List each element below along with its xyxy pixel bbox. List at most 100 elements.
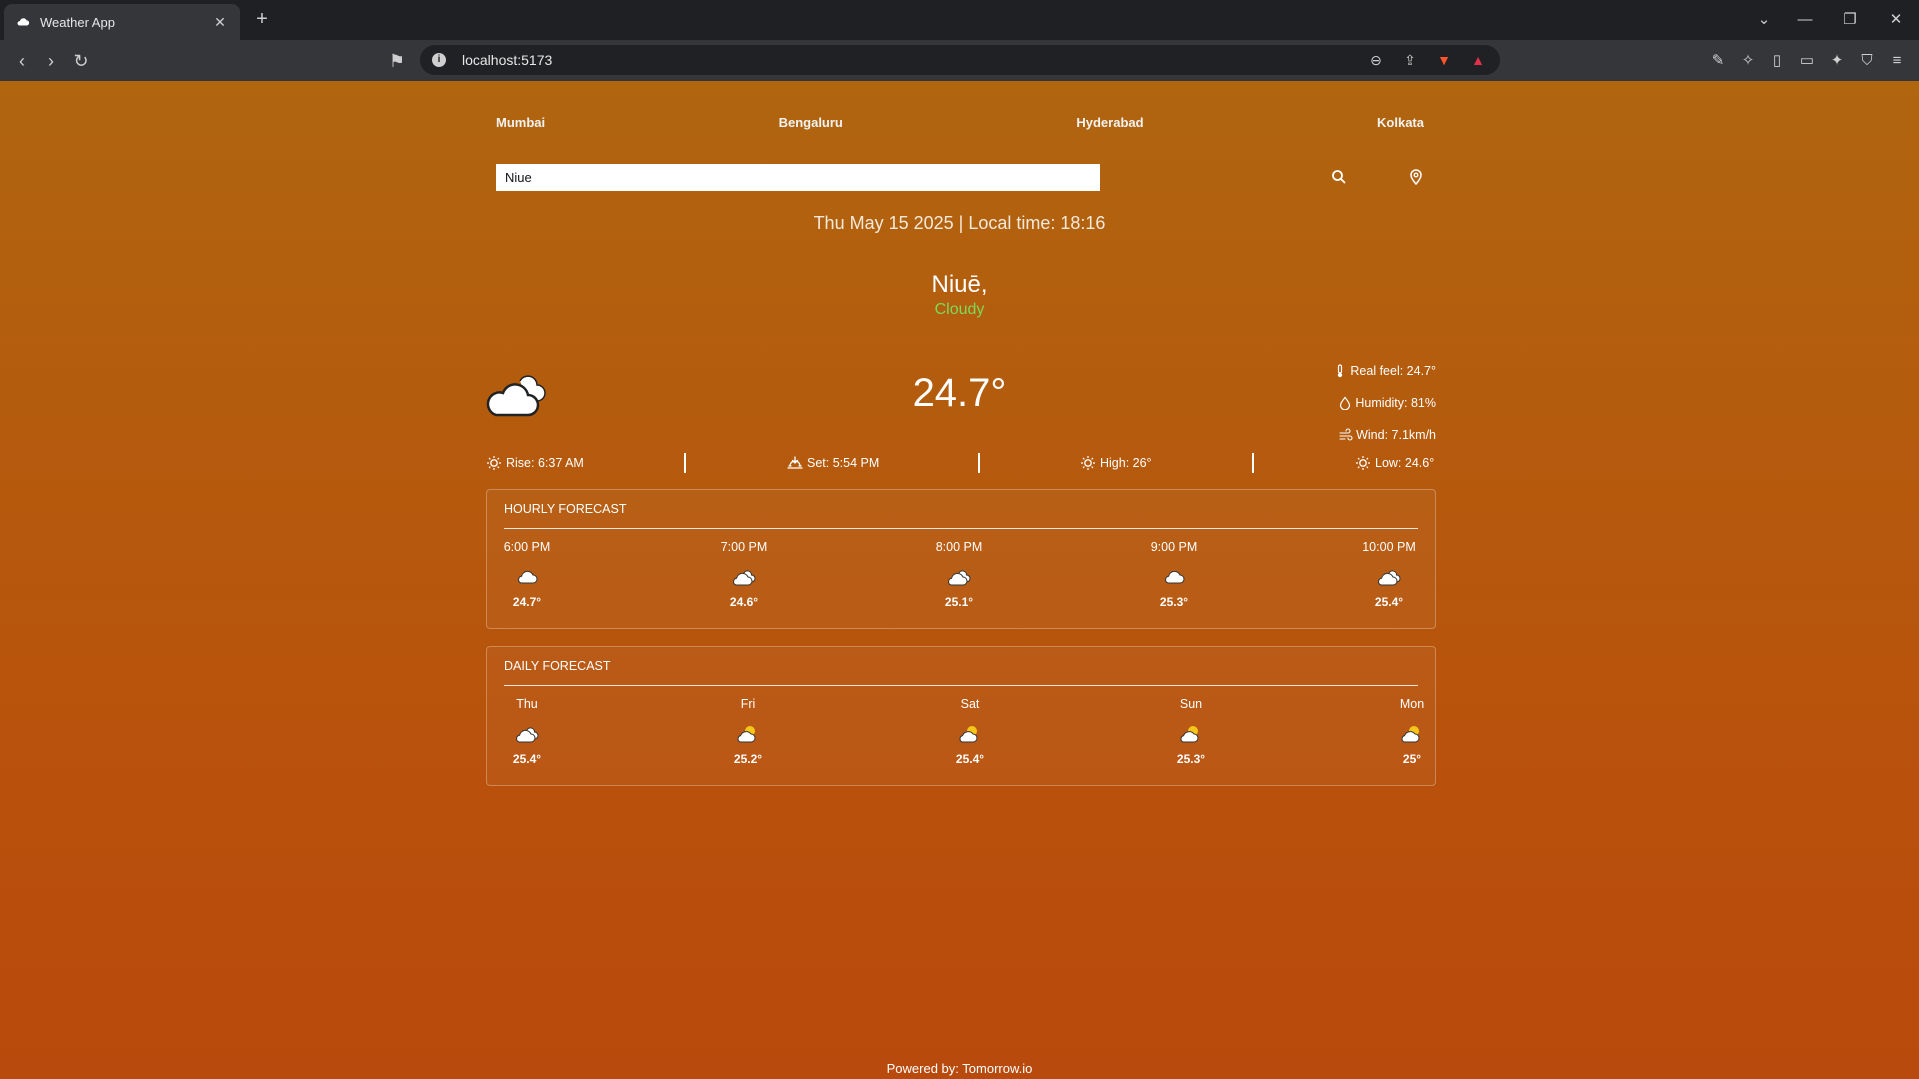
city-link-mumbai[interactable]: Mumbai [496,115,545,130]
hour-label: 8:00 PM [935,540,983,554]
divider [504,685,1418,686]
wind-icon [1339,428,1353,441]
cloud-icon [948,570,971,586]
low-temp-text: Low: 24.6° [1375,456,1435,470]
hourly-item: 7:00 PM 24.6° [704,540,784,609]
eyedropper-icon[interactable]: ✎ [1706,49,1730,73]
day-label: Mon [1399,697,1425,711]
wind-text: Wind: 7.1km/h [1356,428,1436,442]
sunset-text: Set: 5:54 PM [807,456,880,470]
back-icon[interactable]: ‹ [9,48,35,74]
site-info-icon[interactable]: i [432,53,446,67]
sunset-icon [787,456,803,469]
sun-icon [1081,456,1095,470]
sunrise-item: Rise: 6:37 AM [486,453,584,473]
hour-temp: 25.1° [944,595,974,609]
search-input[interactable] [496,164,1100,191]
hour-temp: 24.6° [729,595,759,609]
wallet-icon[interactable]: ▭ [1795,49,1819,73]
humidity-stat: Humidity: 81% [1300,387,1436,419]
location-pin-icon[interactable] [1406,167,1426,187]
day-temp: 25.2° [733,752,763,766]
close-tab-icon[interactable]: ✕ [212,14,228,30]
real-feel-stat: Real feel: 24.7° [1300,355,1436,387]
daily-item: Fri 25.2° [708,697,788,766]
browser-tab[interactable]: Weather App ✕ [4,4,240,40]
cloud-icon [1165,570,1185,584]
sidebar-icon[interactable]: ▯ [1765,49,1789,73]
high-item: High: 26° [1080,453,1152,473]
restore-icon[interactable]: ❐ [1838,8,1862,32]
partly-sunny-icon [737,726,756,743]
divider [504,528,1418,529]
minimize-icon[interactable]: — [1793,8,1817,32]
day-temp: 25.3° [1176,752,1206,766]
search-icon[interactable] [1329,167,1349,187]
wind-stat: Wind: 7.1km/h [1300,419,1436,451]
tab-title: Weather App [40,14,115,30]
city-link-bengaluru[interactable]: Bengaluru [779,115,843,130]
sun-details-row: Rise: 6:37 AM Set: 5:54 PM High: 26° Low… [486,453,1436,473]
hourly-forecast-card: HOURLY FORECAST 6:00 PM 24.7° 7:00 PM 24… [486,489,1436,629]
vpn-icon[interactable]: ⛉ [1855,49,1879,73]
brave-rewards-icon[interactable]: ▲ [1468,50,1488,70]
divider [1252,453,1254,473]
high-temp-text: High: 26° [1100,456,1152,470]
partly-sunny-icon [959,726,978,743]
hourly-item: 8:00 PM 25.1° [919,540,999,609]
city-link-kolkata[interactable]: Kolkata [1377,115,1424,130]
extensions-icon[interactable]: ✧ [1736,49,1760,73]
menu-icon[interactable]: ≡ [1885,49,1909,73]
day-label: Thu [516,697,538,711]
hour-label: 9:00 PM [1150,540,1198,554]
tab-search-icon[interactable]: ⌄ [1752,8,1776,32]
droplet-icon [1340,396,1351,410]
divider [978,453,980,473]
brave-shield-icon[interactable]: ▼ [1434,50,1454,70]
hourly-forecast-title: HOURLY FORECAST [504,502,627,516]
day-temp: 25.4° [512,752,542,766]
hour-temp: 25.4° [1374,595,1404,609]
zoom-icon[interactable]: ⊖ [1366,50,1386,70]
daily-item: Sat 25.4° [930,697,1010,766]
hour-label: 10:00 PM [1362,540,1416,554]
daily-item: Mon 25° [1372,697,1452,766]
thermometer-icon [1338,364,1343,378]
partly-sunny-icon [1401,726,1420,743]
day-temp: 25.4° [955,752,985,766]
daily-item: Sun 25.3° [1151,697,1231,766]
close-window-icon[interactable]: ✕ [1884,8,1908,32]
bookmark-icon[interactable]: ⚑ [384,48,410,74]
cloud-icon [516,727,539,743]
reload-icon[interactable]: ↻ [68,48,94,74]
day-label: Sun [1179,697,1203,711]
hourly-item: 6:00 PM 24.7° [487,540,567,609]
day-temp: 25° [1402,752,1422,766]
sunset-item: Set: 5:54 PM [787,453,879,473]
sun-icon [487,456,501,470]
humidity-text: Humidity: 81% [1355,396,1436,410]
weather-condition: Cloudy [934,301,985,318]
city-nav: Mumbai Bengaluru Hyderabad Kolkata [496,115,1424,130]
hour-label: 6:00 PM [503,540,551,554]
divider [684,453,686,473]
day-label: Sat [960,697,980,711]
address-bar[interactable]: i localhost:5173 ⊖ ⇪ ▼ ▲ [420,45,1500,75]
partly-sunny-icon [1180,726,1199,743]
hourly-item: 9:00 PM 25.3° [1134,540,1214,609]
low-item: Low: 24.6° [1355,453,1434,473]
leo-ai-icon[interactable]: ✦ [1825,49,1849,73]
daily-forecast-card: DAILY FORECAST Thu 25.4° Fri 25.2° Sat 2… [486,646,1436,786]
daily-forecast-title: DAILY FORECAST [504,659,611,673]
city-link-hyderabad[interactable]: Hyderabad [1076,115,1143,130]
sunrise-text: Rise: 6:37 AM [506,456,584,470]
daily-item: Thu 25.4° [487,697,567,766]
new-tab-button[interactable]: + [250,8,274,32]
cloud-favicon-icon [17,18,30,26]
forward-icon[interactable]: › [38,48,64,74]
sun-icon [1356,456,1370,470]
hour-label: 7:00 PM [720,540,768,554]
share-icon[interactable]: ⇪ [1400,50,1420,70]
hour-temp: 25.3° [1159,595,1189,609]
current-details: Real feel: 24.7° Humidity: 81% Wind: 7.1… [1300,355,1436,451]
